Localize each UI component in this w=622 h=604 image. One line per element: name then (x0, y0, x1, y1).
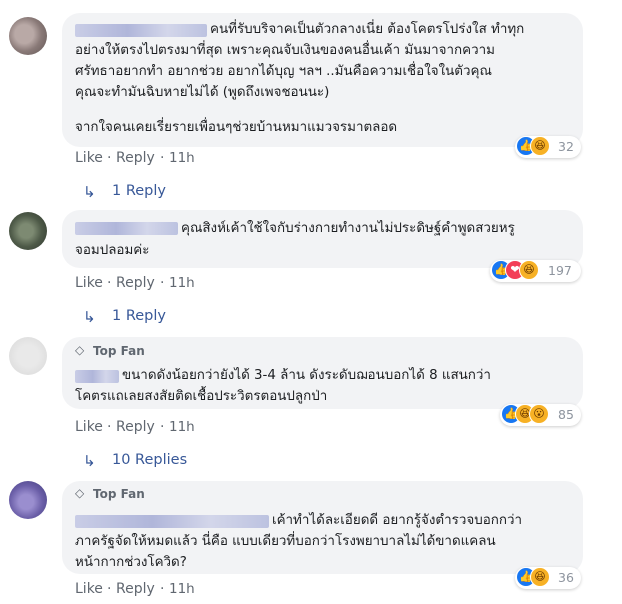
separator-dot: · (107, 150, 112, 166)
like-button[interactable]: Like (75, 581, 103, 597)
reaction-summary[interactable]: 👍 😆 😮 85 (500, 404, 581, 426)
timestamp-link[interactable]: 11h (169, 275, 195, 291)
view-replies-link[interactable]: 10 Replies (112, 452, 187, 468)
reply-button[interactable]: Reply (116, 581, 155, 597)
separator-dot: · (160, 419, 165, 435)
top-fan-badge-icon: ◇ (75, 486, 85, 500)
timestamp-link[interactable]: 11h (169, 419, 195, 435)
commenter-name[interactable] (75, 24, 207, 37)
reaction-summary[interactable]: 👍 😆 36 (515, 567, 581, 589)
top-fan-badge-icon: ◇ (75, 343, 85, 357)
reply-button[interactable]: Reply (116, 275, 155, 291)
comment-text-line: จอมปลอมค่ะ (75, 243, 150, 258)
comment-text-line: ศรัทธาอยากทำ อยากช่วย อยากได้บุญ ฯลฯ ..ม… (75, 64, 492, 79)
comment-text-line: คุณจะทำมันฉิบหายไม่ได้ (พูดถึงเพจชอนนะ) (75, 85, 330, 100)
separator-dot: · (160, 150, 165, 166)
comment-text-line: เค้าทำได้ละเอียดดี อยากรู้จังตำรวจบอกกว่… (272, 513, 523, 528)
reply-button[interactable]: Reply (116, 419, 155, 435)
reaction-summary[interactable]: 👍 ❤ 😆 197 (490, 260, 581, 282)
comment-text-line: ขนาดดังน้อยกว่ายังได้ 3-4 ล้าน ดังระดับฌ… (122, 368, 491, 383)
haha-icon: 😆 (530, 136, 550, 156)
comment-text-line: โคตรแถเลยสงสัยติดเชื้อประวิตรตอนปลูกป่า (75, 389, 328, 404)
comment-text-line: จากใจคนเคยเรี่ยรายเพื่อนๆช่วยบ้านหมาแมวจ… (75, 120, 398, 135)
separator-dot: · (107, 581, 112, 597)
separator-dot: · (107, 419, 112, 435)
reply-arrow-icon: ↳ (83, 452, 96, 470)
comment-text-line: หน้ากากช่วงโควิด? (75, 555, 187, 570)
comment-text-line: ภาครัฐจัดให้หมดแล้ว นี่คือ แบบเดียวที่บอ… (75, 534, 496, 549)
commenter-name[interactable] (75, 515, 269, 528)
avatar[interactable] (9, 17, 47, 55)
reaction-summary[interactable]: 👍 😆 32 (515, 136, 581, 158)
comment-text-line: คนที่รับบริจาคเป็นตัวกลางเนี่ย ต้องโคตรโ… (210, 22, 525, 37)
comment-text-line: คุณสิงห์เค้าใช้ใจกับร่างกายทำงานไม่ประดิ… (181, 221, 515, 236)
haha-icon: 😆 (530, 567, 550, 587)
top-fan-badge: Top Fan (93, 487, 145, 501)
timestamp-link[interactable]: 11h (169, 581, 195, 597)
comment-text-line: อย่างให้ตรงไปตรงมาที่สุด เพราะคุณจับเงิน… (75, 43, 495, 58)
timestamp-link[interactable]: 11h (169, 150, 195, 166)
wow-icon: 😮 (529, 404, 549, 424)
commenter-name[interactable] (75, 222, 178, 235)
separator-dot: · (160, 581, 165, 597)
avatar[interactable] (9, 337, 47, 375)
reaction-count: 32 (558, 139, 574, 154)
reply-arrow-icon: ↳ (83, 308, 96, 326)
avatar[interactable] (9, 481, 47, 519)
top-fan-badge: Top Fan (93, 344, 145, 358)
reply-button[interactable]: Reply (116, 150, 155, 166)
avatar[interactable] (9, 212, 47, 250)
separator-dot: · (107, 275, 112, 291)
like-button[interactable]: Like (75, 275, 103, 291)
like-button[interactable]: Like (75, 150, 103, 166)
reaction-count: 197 (548, 263, 572, 278)
reaction-count: 36 (558, 570, 574, 585)
like-button[interactable]: Like (75, 419, 103, 435)
separator-dot: · (160, 275, 165, 291)
haha-icon: 😆 (519, 260, 539, 280)
commenter-name[interactable] (75, 370, 119, 383)
view-replies-link[interactable]: 1 Reply (112, 308, 166, 324)
reply-arrow-icon: ↳ (83, 183, 96, 201)
view-replies-link[interactable]: 1 Reply (112, 183, 166, 199)
reaction-count: 85 (558, 407, 574, 422)
